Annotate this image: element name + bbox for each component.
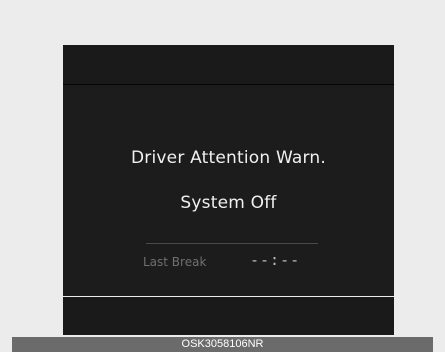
last-break-value: --:-- (250, 251, 301, 269)
image-code-caption: OSK3058106NR (181, 338, 264, 350)
display-top-band (63, 45, 394, 85)
warning-title: Driver Attention Warn. (131, 148, 326, 168)
message-panel: Driver Attention Warn. System Off Last B… (63, 85, 394, 296)
caption-bar: OSK3058106NR (12, 337, 433, 352)
warning-status: System Off (180, 193, 277, 213)
separator-line (146, 243, 318, 244)
cluster-display: Driver Attention Warn. System Off Last B… (63, 45, 394, 335)
page: Driver Attention Warn. System Off Last B… (0, 0, 445, 352)
display-bottom-band (63, 297, 394, 335)
last-break-label: Last Break (143, 255, 207, 269)
